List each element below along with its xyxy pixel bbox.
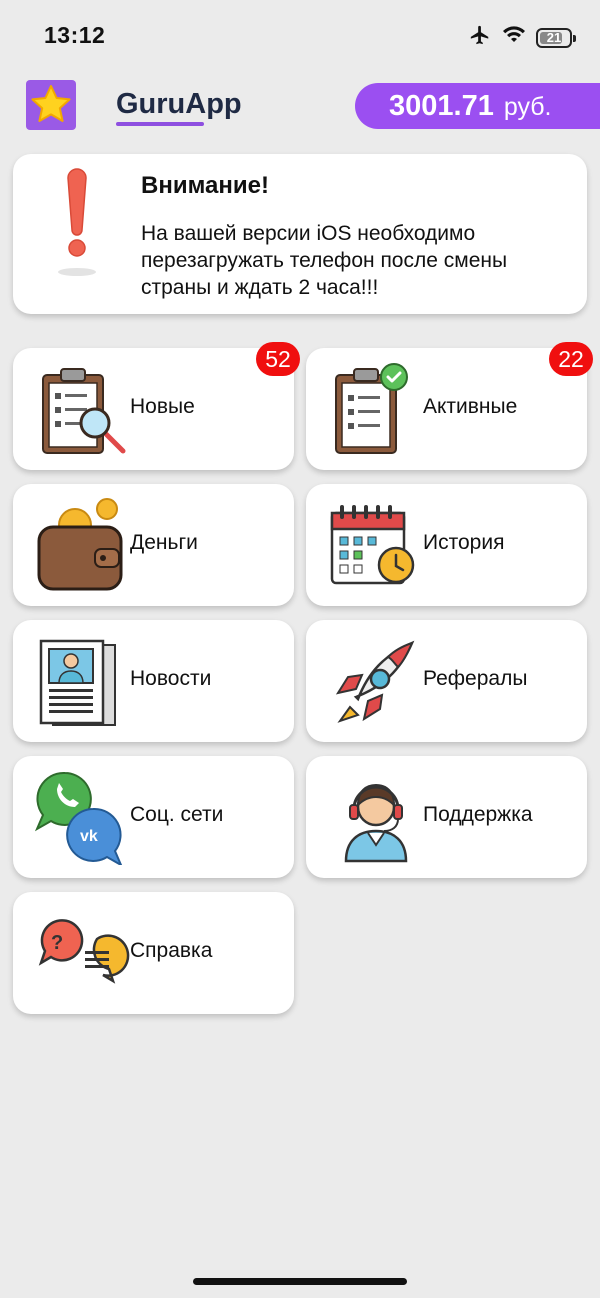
tile-label: Рефералы xyxy=(423,667,528,690)
tile-label: Новости xyxy=(130,667,212,690)
active-count-badge: 22 xyxy=(549,342,593,376)
tile-social[interactable]: vk Соц. сети xyxy=(13,756,294,878)
battery-icon: 21 xyxy=(536,27,576,48)
balance-pill[interactable]: 3001.71 руб. xyxy=(355,83,600,129)
app-title: GuruApp xyxy=(116,88,242,120)
tile-label: Соц. сети xyxy=(130,803,224,826)
help-chat-icon: ? xyxy=(35,905,131,1001)
star-logo-icon[interactable] xyxy=(26,80,76,130)
tile-label: Новые xyxy=(130,395,195,418)
social-chat-icon: vk xyxy=(34,769,131,868)
notice-card: Внимание! На вашей версии iOS необходимо… xyxy=(13,154,587,314)
home-indicator[interactable] xyxy=(193,1278,407,1285)
app-header: GuruApp 3001.71 руб. xyxy=(0,76,600,136)
balance-currency: руб. xyxy=(503,93,552,121)
notice-title: Внимание! xyxy=(141,172,269,199)
tile-label: Справка xyxy=(130,939,213,962)
calendar-clock-icon xyxy=(328,497,424,593)
newspaper-icon xyxy=(35,633,131,729)
tile-news[interactable]: Новости xyxy=(13,620,294,742)
exclamation-icon xyxy=(55,168,101,283)
svg-text:?: ? xyxy=(51,932,63,954)
tile-money[interactable]: Деньги xyxy=(13,484,294,606)
support-agent-icon xyxy=(328,769,424,865)
tile-history[interactable]: История xyxy=(306,484,587,606)
tile-label: Поддержка xyxy=(423,803,533,826)
status-icons: 21 xyxy=(468,24,576,51)
title-underline xyxy=(116,122,204,126)
new-count-badge: 52 xyxy=(256,342,300,376)
clipboard-check-icon xyxy=(328,361,424,457)
tile-label: История xyxy=(423,531,505,554)
tile-label: Активные xyxy=(423,395,518,418)
rocket-icon xyxy=(328,633,424,729)
balance-amount: 3001.71 xyxy=(389,90,494,122)
tile-active[interactable]: Активные 22 xyxy=(306,342,593,470)
tile-support[interactable]: Поддержка xyxy=(306,756,587,878)
clipboard-search-icon xyxy=(35,361,131,457)
wallet-icon xyxy=(35,497,131,593)
tile-referrals[interactable]: Рефералы xyxy=(306,620,587,742)
svg-text:vk: vk xyxy=(80,828,98,845)
airplane-icon xyxy=(468,24,492,51)
battery-level: 21 xyxy=(546,29,562,45)
notice-text: На вашей версии iOS необходимо перезагру… xyxy=(141,222,508,299)
tile-label: Деньги xyxy=(130,531,198,554)
status-time: 13:12 xyxy=(44,22,106,48)
status-bar: 13:12 21 xyxy=(0,0,600,72)
wifi-icon xyxy=(502,25,526,50)
tile-new[interactable]: Новые 52 xyxy=(13,342,300,470)
tile-help[interactable]: ? Справка xyxy=(13,892,294,1014)
